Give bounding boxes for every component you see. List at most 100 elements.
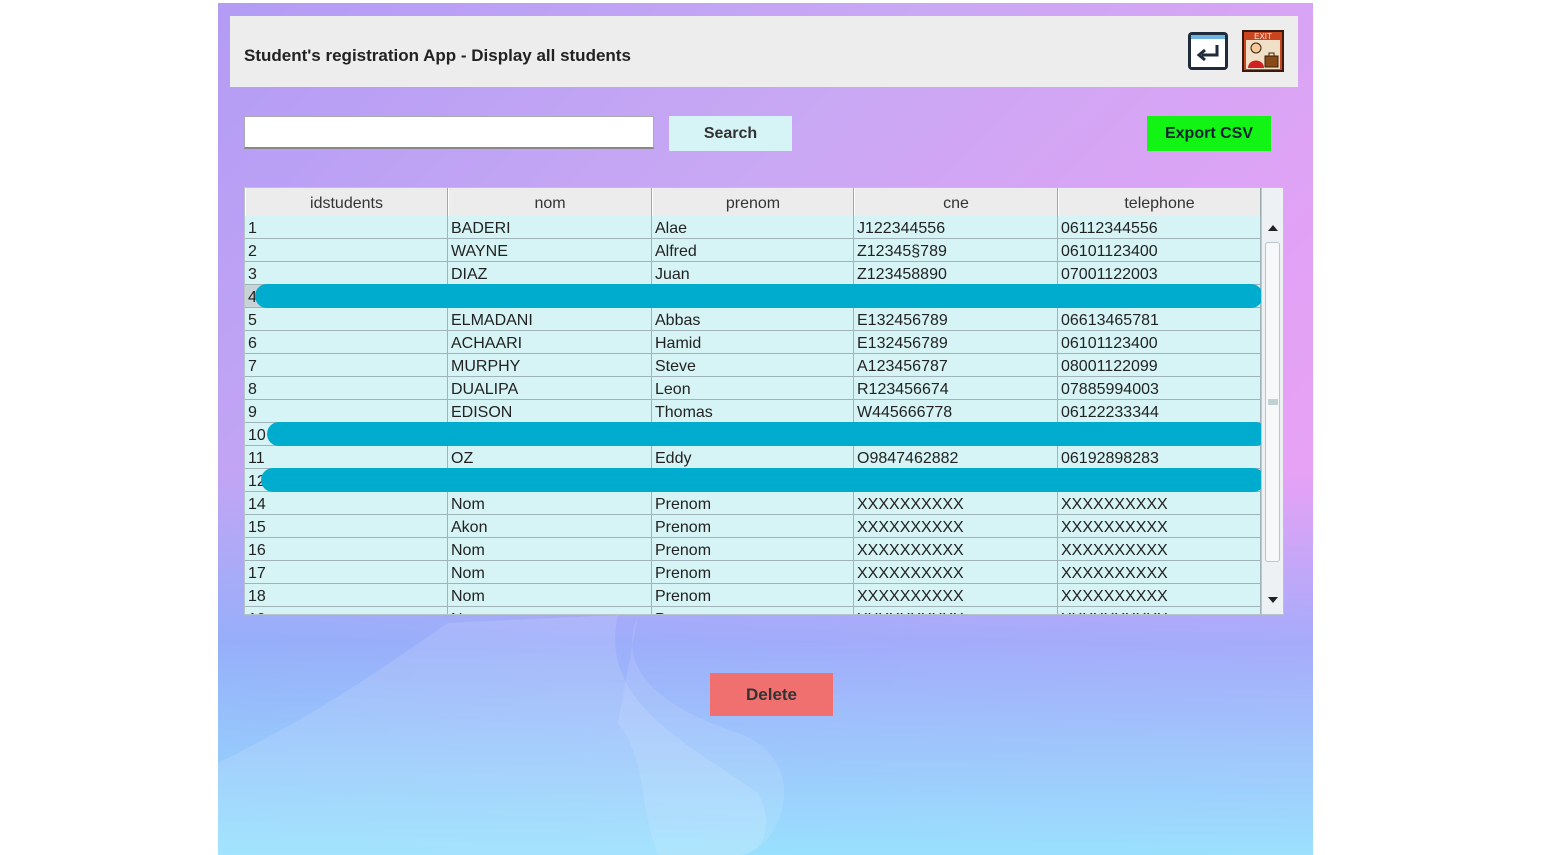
column-header-idstudents[interactable]: idstudents	[245, 188, 448, 216]
column-header-cne[interactable]: cne	[854, 188, 1058, 216]
table-row[interactable]: 3 DIAZ Juan Z123458890 07001122003	[245, 262, 1261, 285]
table-cell-telephone: 06101123400	[1058, 239, 1261, 261]
table-cell-nom: Akon	[448, 515, 652, 537]
back-arrow-icon	[1188, 32, 1228, 70]
table-row[interactable]: 2 WAYNE Alfred Z12345§789 06101123400	[245, 239, 1261, 262]
students-table[interactable]: idstudents nom prenom cne telephone 1 BAD…	[244, 187, 1284, 615]
table-header: idstudents nom prenom cne telephone	[245, 188, 1261, 217]
table-cell-idstudents: 1	[245, 216, 448, 238]
table-cell-cne: O9847462882	[854, 446, 1058, 468]
table-cell-telephone: XXXXXXXXXX	[1058, 492, 1261, 514]
scroll-down-button[interactable]	[1262, 588, 1283, 612]
table-row[interactable]: 6 ACHAARI Hamid E132456789 06101123400	[245, 331, 1261, 354]
table-cell-idstudents: 11	[245, 446, 448, 468]
table-cell-telephone: 08001122099	[1058, 354, 1261, 376]
table-cell-prenom: Prenom	[652, 515, 854, 537]
table-cell-cne: E132456789	[854, 331, 1058, 353]
table-cell-cne: W445666778	[854, 400, 1058, 422]
table-cell-nom: MURPHY	[448, 354, 652, 376]
table-row[interactable]: 5 ELMADANI Abbas E132456789 06613465781	[245, 308, 1261, 331]
table-cell-prenom: Leon	[652, 377, 854, 399]
delete-button[interactable]: Delete	[710, 673, 833, 716]
back-button[interactable]	[1187, 31, 1229, 71]
table-cell-telephone: XXXXXXXXXX	[1058, 538, 1261, 560]
table-cell-cne: A123456787	[854, 354, 1058, 376]
redaction-bar	[267, 422, 1261, 446]
table-cell-idstudents: 6	[245, 331, 448, 353]
export-csv-button[interactable]: Export CSV	[1147, 116, 1271, 151]
table-row[interactable]: 9 EDISON Thomas W445666778 06122233344	[245, 400, 1261, 423]
table-row[interactable]: 1 BADERI Alae J122344556 06112344556	[245, 216, 1261, 239]
table-cell-prenom: Juan	[652, 262, 854, 284]
exit-button[interactable]: EXIT	[1242, 30, 1284, 72]
table-row[interactable]: 7 MURPHY Steve A123456787 08001122099	[245, 354, 1261, 377]
table-row[interactable]: 8 DUALIPA Leon R123456674 07885994003	[245, 377, 1261, 400]
table-cell-idstudents: 17	[245, 561, 448, 583]
redaction-bar	[261, 468, 1261, 492]
table-cell-prenom: Alfred	[652, 239, 854, 261]
search-input[interactable]	[244, 116, 654, 149]
table-cell-cne: XXXXXXXXXX	[854, 561, 1058, 583]
table-cell-cne: XXXXXXXXXX	[854, 538, 1058, 560]
table-cell-telephone: 07001122003	[1058, 262, 1261, 284]
table-cell-nom: Nom	[448, 538, 652, 560]
table-cell-prenom: Thomas	[652, 400, 854, 422]
table-row[interactable]: 17 Nom Prenom XXXXXXXXXX XXXXXXXXXX	[245, 561, 1261, 584]
table-cell-cne: XXXXXXXXXX	[854, 607, 1058, 614]
table-row[interactable]: 14 Nom Prenom XXXXXXXXXX XXXXXXXXXX	[245, 492, 1261, 515]
table-row[interactable]: 19NomPrenomXXXXXXXXXXXXXXXXXXXX	[245, 607, 1261, 614]
table-cell-cne: XXXXXXXXXX	[854, 515, 1058, 537]
grip-icon	[1267, 399, 1278, 405]
table-cell-cne: R123456674	[854, 377, 1058, 399]
app-window: Student's registration App - Display all…	[218, 3, 1313, 855]
table-cell-nom: Nom	[448, 584, 652, 606]
table-row[interactable]: 18 Nom Prenom XXXXXXXXXX XXXXXXXXXX	[245, 584, 1261, 607]
table-cell-prenom: Alae	[652, 216, 854, 238]
table-cell-idstudents: 5	[245, 308, 448, 330]
vertical-scrollbar[interactable]	[1261, 188, 1283, 614]
table-cell-nom: DUALIPA	[448, 377, 652, 399]
table-cell-nom: Nom	[448, 492, 652, 514]
table-cell-telephone: XXXXXXXXXX	[1058, 607, 1261, 614]
table-cell-nom: ACHAARI	[448, 331, 652, 353]
table-cell-nom: Nom	[448, 561, 652, 583]
table-cell-idstudents: 14	[245, 492, 448, 514]
table-cell-idstudents: 8	[245, 377, 448, 399]
table-cell-prenom: Hamid	[652, 331, 854, 353]
redaction-bar	[255, 284, 1261, 308]
triangle-up-icon	[1268, 225, 1278, 231]
table-cell-prenom: Prenom	[652, 584, 854, 606]
exit-door-icon: EXIT	[1242, 30, 1284, 72]
table-row[interactable]: 16 Nom Prenom XXXXXXXXXX XXXXXXXXXX	[245, 538, 1261, 561]
table-cell-telephone: XXXXXXXXXX	[1058, 584, 1261, 606]
scroll-up-button[interactable]	[1262, 216, 1283, 240]
table-cell-telephone: 07885994003	[1058, 377, 1261, 399]
table-cell-nom: BADERI	[448, 216, 652, 238]
search-button[interactable]: Search	[669, 116, 792, 151]
table-cell-cne: XXXXXXXXXX	[854, 584, 1058, 606]
table-cell-prenom: Prenom	[652, 492, 854, 514]
table-cell-prenom: Prenom	[652, 607, 854, 614]
table-cell-nom: OZ	[448, 446, 652, 468]
table-cell-telephone: 06122233344	[1058, 400, 1261, 422]
table-cell-telephone: XXXXXXXXXX	[1058, 561, 1261, 583]
table-row[interactable]: 11 OZ Eddy O9847462882 06192898283	[245, 446, 1261, 469]
table-body: 1 BADERI Alae J122344556 06112344556 2 WAYNE Al…	[245, 216, 1261, 614]
table-row[interactable]: 15 Akon Prenom XXXXXXXXXX XXXXXXXXXX	[245, 515, 1261, 538]
table-cell-prenom: Prenom	[652, 538, 854, 560]
table-cell-telephone: XXXXXXXXXX	[1058, 515, 1261, 537]
scroll-thumb[interactable]	[1265, 242, 1280, 562]
table-cell-nom: EDISON	[448, 400, 652, 422]
column-header-prenom[interactable]: prenom	[652, 188, 854, 216]
table-cell-idstudents: 16	[245, 538, 448, 560]
column-header-telephone[interactable]: telephone	[1058, 188, 1261, 216]
table-cell-prenom: Prenom	[652, 561, 854, 583]
table-cell-cne: E132456789	[854, 308, 1058, 330]
title-bar: Student's registration App - Display all…	[230, 16, 1298, 87]
column-header-nom[interactable]: nom	[448, 188, 652, 216]
table-cell-nom: WAYNE	[448, 239, 652, 261]
table-cell-telephone: 06101123400	[1058, 331, 1261, 353]
table-cell-nom: Nom	[448, 607, 652, 614]
table-cell-idstudents: 15	[245, 515, 448, 537]
table-cell-cne: Z123458890	[854, 262, 1058, 284]
